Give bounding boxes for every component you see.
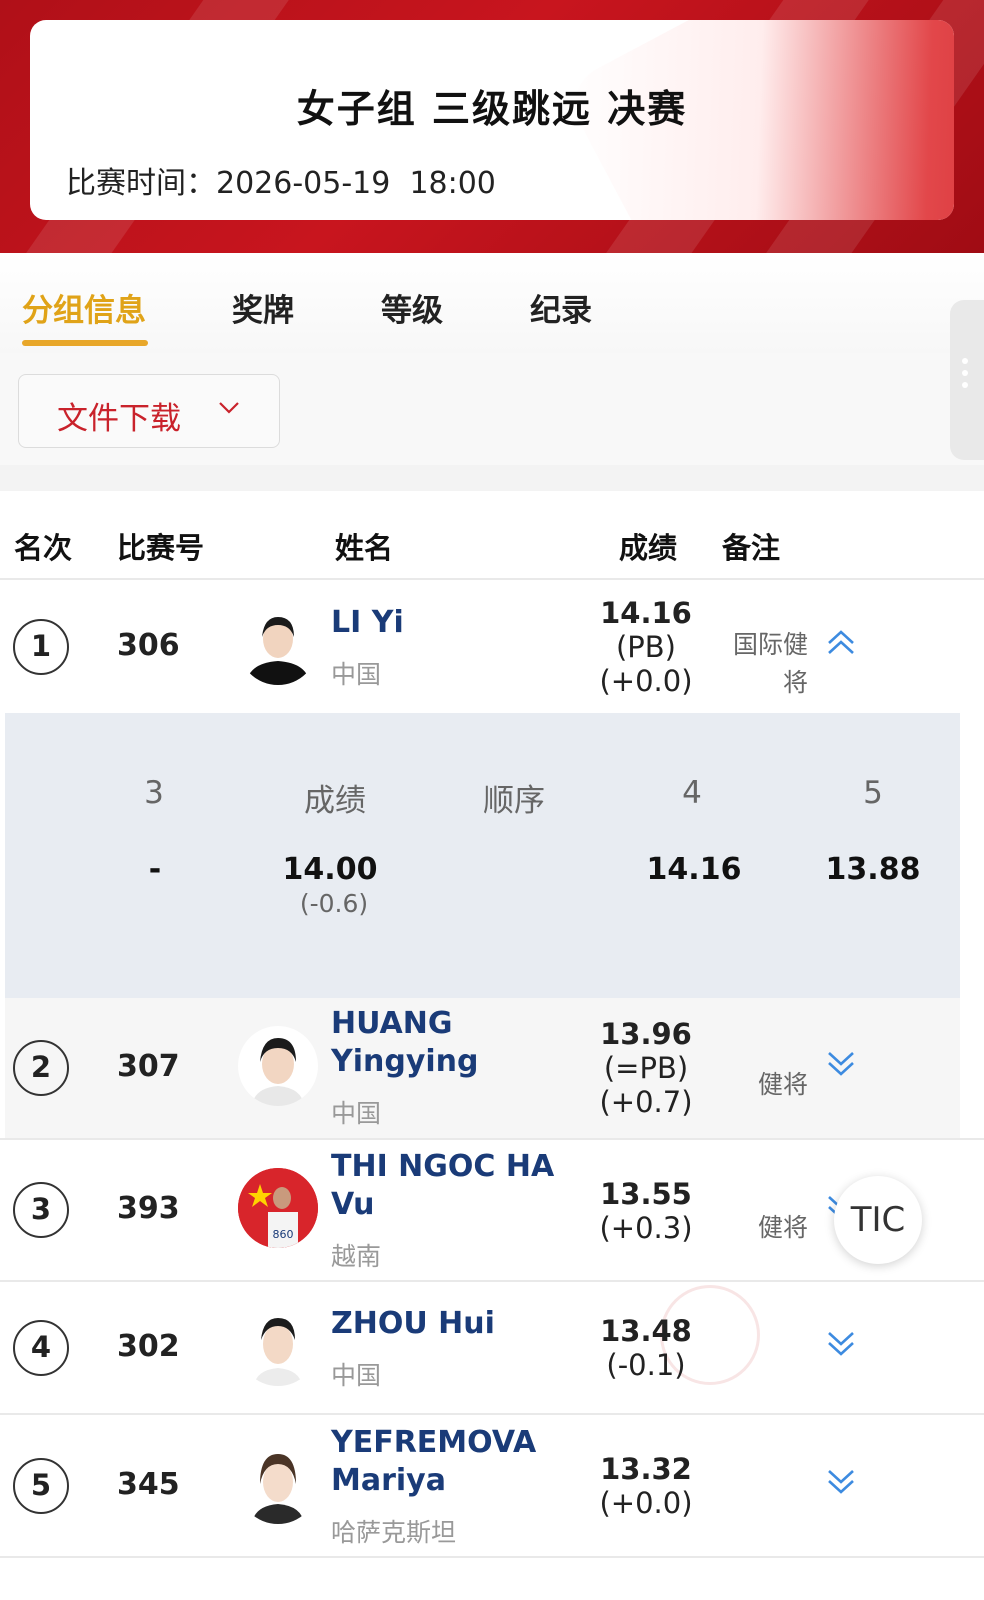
event-title: 女子组 三级跳远 决赛 <box>296 87 688 131</box>
tab-grades[interactable]: 等级 <box>381 285 443 330</box>
athlete-photo <box>238 1444 318 1524</box>
athlete-photo: 860 <box>238 1168 318 1248</box>
athlete-country: 中国 <box>331 1099 382 1128</box>
attempt-header: 5 <box>863 775 883 811</box>
rank-badge: 4 <box>13 1320 69 1376</box>
header-rank: 名次 <box>14 531 73 565</box>
attempt-header: 4 <box>682 775 702 811</box>
expand-arrow-icon[interactable] <box>824 1046 858 1080</box>
expand-arrow-icon[interactable] <box>824 1464 858 1498</box>
athlete-name[interactable]: HUANG Yingying <box>331 1005 479 1081</box>
attempt-value: 13.88 <box>825 852 921 887</box>
attempt-value: - <box>148 852 162 887</box>
athlete-note: 健将 <box>757 1070 808 1099</box>
file-download-label: 文件下载 <box>57 401 181 437</box>
rank-badge: 2 <box>13 1040 69 1096</box>
attempt-header: 3 <box>144 775 164 811</box>
section-divider <box>0 465 984 491</box>
divider <box>0 1280 984 1282</box>
athlete-country: 哈萨克斯坦 <box>331 1518 457 1547</box>
floating-tic-button[interactable]: TIC <box>834 1176 922 1264</box>
athlete-photo <box>238 1026 318 1106</box>
divider <box>0 1413 984 1415</box>
athlete-name[interactable]: THI NGOC HA Vu <box>331 1148 554 1224</box>
athlete-note: 国际健将 <box>732 630 808 697</box>
handle-dot <box>962 358 968 364</box>
athlete-photo <box>238 605 318 685</box>
header-note: 备注 <box>722 531 781 565</box>
divider <box>0 1556 984 1558</box>
side-drawer-handle[interactable] <box>950 300 984 460</box>
tab-medals[interactable]: 奖牌 <box>232 285 294 330</box>
bib-number: 306 <box>117 628 180 663</box>
bib-number: 302 <box>117 1329 180 1364</box>
event-time: 比赛时间：2026-05-19 18:00 <box>66 166 496 201</box>
athlete-result: 13.48 (-0.1) <box>600 1314 692 1382</box>
athlete-result: 14.16 (PB) (+0.0) <box>599 596 693 698</box>
tab-group-info[interactable]: 分组信息 <box>22 285 146 330</box>
athlete-result: 13.96 (=PB) (+0.7) <box>599 1017 693 1119</box>
svg-text:860: 860 <box>273 1228 294 1241</box>
collapse-arrow-icon[interactable] <box>824 626 858 660</box>
rank-badge: 1 <box>13 619 69 675</box>
athlete-note: 健将 <box>757 1213 808 1242</box>
file-download-dropdown[interactable]: 文件下载 <box>18 374 280 448</box>
event-info-card: 女子组 三级跳远 决赛 比赛时间：2026-05-19 18:00 <box>30 20 954 220</box>
bib-number: 345 <box>117 1467 180 1502</box>
attempt-header: 顺序 <box>483 783 545 819</box>
athlete-country: 中国 <box>331 1361 382 1390</box>
athlete-photo <box>238 1306 318 1386</box>
chevron-down-icon <box>219 402 239 414</box>
attempt-value: 14.16 <box>646 852 742 887</box>
handle-dot <box>962 370 968 376</box>
active-tab-indicator <box>22 340 148 346</box>
expand-arrow-icon[interactable] <box>824 1326 858 1360</box>
athlete-country: 中国 <box>331 660 382 689</box>
attempt-value: 14.00 <box>282 852 378 887</box>
header-result: 成绩 <box>619 531 678 565</box>
athlete-result: 13.32 (+0.0) <box>599 1452 693 1520</box>
event-banner: 女子组 三级跳远 决赛 比赛时间：2026-05-19 18:00 <box>0 0 984 253</box>
athlete-country: 越南 <box>331 1242 382 1271</box>
tab-records[interactable]: 纪录 <box>530 285 592 330</box>
athlete-name[interactable]: ZHOU Hui <box>331 1305 495 1343</box>
attempt-header: 成绩 <box>304 783 366 819</box>
bib-number: 307 <box>117 1049 180 1084</box>
athlete-result: 13.55 (+0.3) <box>599 1177 693 1245</box>
header-bib: 比赛号 <box>117 531 205 565</box>
divider <box>0 578 984 580</box>
handle-dot <box>962 382 968 388</box>
athlete-name[interactable]: YEFREMOVA Mariya <box>331 1424 536 1500</box>
rank-badge: 5 <box>13 1458 69 1514</box>
tab-bar: 分组信息 奖牌 等级 纪录 <box>0 253 984 353</box>
attempt-wind: (-0.6) <box>299 889 369 918</box>
divider <box>0 1138 984 1140</box>
header-name: 姓名 <box>335 531 394 565</box>
rank-badge: 3 <box>13 1182 69 1238</box>
athlete-name[interactable]: LI Yi <box>331 604 404 642</box>
bib-number: 393 <box>117 1191 180 1226</box>
